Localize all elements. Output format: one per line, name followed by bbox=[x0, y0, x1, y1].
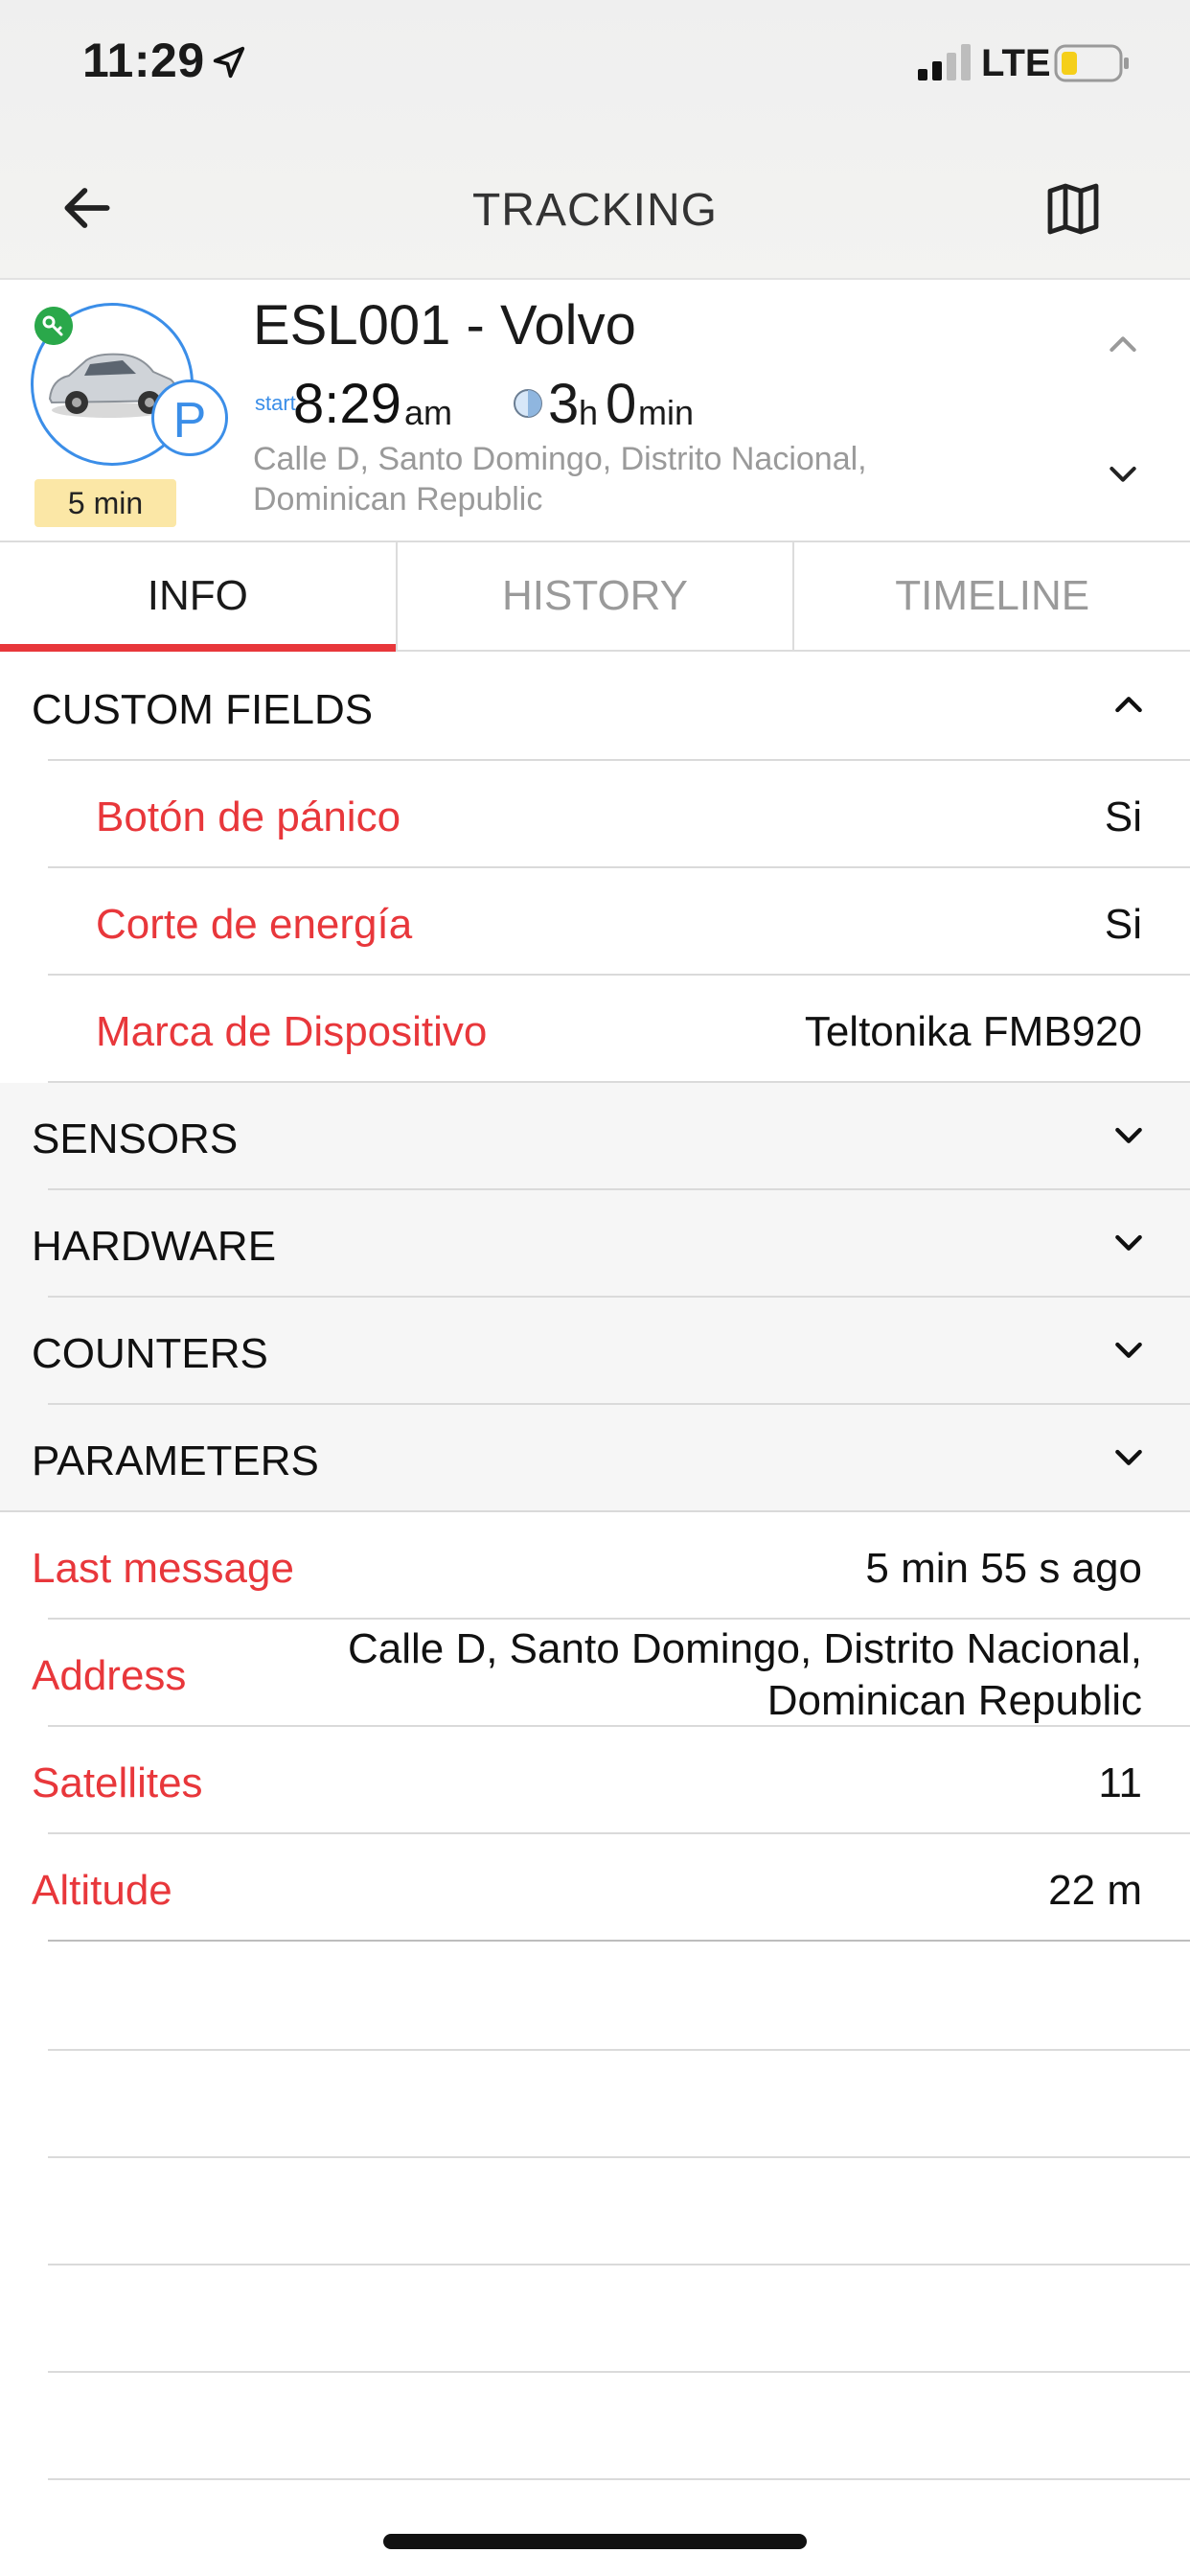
chevron-down-icon bbox=[1115, 1234, 1142, 1251]
chevron-up-icon[interactable] bbox=[1104, 326, 1142, 364]
info-value: 22 m bbox=[1048, 1867, 1142, 1914]
section-title: PARAMETERS bbox=[32, 1438, 319, 1484]
section-title: CUSTOM FIELDS bbox=[32, 686, 374, 733]
custom-field-label: Corte de energía bbox=[96, 901, 413, 948]
tab-info[interactable]: INFO bbox=[0, 542, 398, 652]
signal-icon bbox=[918, 44, 971, 80]
location-arrow-icon bbox=[213, 46, 245, 79]
empty-row-divider bbox=[48, 2264, 1190, 2266]
duration-minutes: 0 bbox=[606, 373, 637, 435]
object-address: Calle D, Santo Domingo, Distrito Naciona… bbox=[253, 441, 867, 518]
section-counters[interactable]: COUNTERS bbox=[0, 1298, 1190, 1405]
info-label: Satellites bbox=[32, 1760, 203, 1806]
section-parameters[interactable]: PARAMETERS bbox=[0, 1405, 1190, 1512]
chevron-down-icon[interactable] bbox=[1104, 454, 1142, 493]
tab-bar: INFO HISTORY TIMELINE bbox=[0, 540, 1190, 652]
info-row-satellites: Satellites 11 bbox=[0, 1727, 1190, 1834]
section-title: COUNTERS bbox=[32, 1330, 268, 1377]
info-value: 5 min 55 s ago bbox=[865, 1545, 1142, 1592]
home-indicator[interactable] bbox=[383, 2534, 807, 2549]
start-time: 8:29 bbox=[293, 373, 401, 435]
info-row-last-message: Last message 5 min 55 s ago bbox=[0, 1512, 1190, 1620]
duration-icon bbox=[514, 389, 542, 418]
network-type: LTE bbox=[981, 42, 1051, 84]
info-label: Altitude bbox=[32, 1867, 172, 1914]
empty-row-divider bbox=[48, 2049, 1190, 2051]
custom-field-row: Marca de Dispositivo Teltonika FMB920 bbox=[0, 976, 1190, 1083]
chevron-down-icon bbox=[1115, 1342, 1142, 1358]
map-icon[interactable] bbox=[1042, 178, 1104, 240]
battery-icon bbox=[1054, 44, 1129, 82]
custom-field-value: Teltonika FMB920 bbox=[804, 1008, 1142, 1055]
custom-field-label: Marca de Dispositivo bbox=[96, 1008, 488, 1055]
page-title: TRACKING bbox=[471, 185, 718, 236]
info-row-address: Address Calle D, Santo Domingo, Distrito… bbox=[0, 1620, 1190, 1727]
chevron-down-icon bbox=[1115, 1127, 1142, 1143]
info-label: Last message bbox=[32, 1545, 294, 1592]
key-icon bbox=[34, 307, 73, 345]
duration-minutes-unit: min bbox=[638, 393, 695, 432]
chevron-down-icon bbox=[1115, 1449, 1142, 1465]
info-value: Calle D, Santo Domingo, Distrito Naciona… bbox=[280, 1623, 1142, 1727]
section-sensors[interactable]: SENSORS bbox=[0, 1083, 1190, 1190]
duration-hours: 3 bbox=[548, 373, 580, 435]
duration-hours-unit: h bbox=[579, 393, 599, 432]
address-line-2: Dominican Republic bbox=[767, 1677, 1142, 1724]
info-label: Address bbox=[32, 1652, 187, 1699]
section-title: SENSORS bbox=[32, 1116, 239, 1162]
empty-row-divider bbox=[48, 2156, 1190, 2158]
top-bar: 11:29 LTE TRACKING bbox=[0, 0, 1190, 280]
info-row-altitude: Altitude 22 m bbox=[0, 1834, 1190, 1942]
tab-timeline[interactable]: TIMELINE bbox=[794, 542, 1190, 650]
tab-history[interactable]: HISTORY bbox=[398, 542, 795, 650]
section-custom-fields[interactable]: CUSTOM FIELDS bbox=[0, 654, 1190, 761]
chevron-up-icon bbox=[1115, 697, 1142, 713]
info-value: 11 bbox=[1098, 1760, 1142, 1806]
object-name: ESL001 - Volvo bbox=[253, 294, 636, 356]
status-time: 11:29 bbox=[82, 34, 205, 87]
custom-field-value: Si bbox=[1104, 901, 1142, 948]
start-time-unit: am bbox=[404, 393, 453, 432]
empty-row-divider bbox=[48, 2478, 1190, 2480]
object-header[interactable]: P 5 min ESL001 - Volvo start 8:29 am 3 h… bbox=[0, 280, 1190, 540]
section-hardware[interactable]: HARDWARE bbox=[0, 1190, 1190, 1298]
parking-icon: P bbox=[151, 380, 228, 456]
custom-field-row: Botón de pánico Si bbox=[0, 761, 1190, 868]
custom-field-row: Corte de energía Si bbox=[0, 868, 1190, 976]
custom-field-label: Botón de pánico bbox=[96, 794, 401, 840]
section-title: HARDWARE bbox=[32, 1223, 277, 1270]
time-badge: 5 min bbox=[34, 479, 176, 527]
address-line-1: Calle D, Santo Domingo, Distrito Naciona… bbox=[347, 1625, 1142, 1672]
custom-field-value: Si bbox=[1104, 794, 1142, 840]
start-label: start bbox=[255, 391, 296, 415]
divider bbox=[48, 1940, 1190, 1942]
empty-row-divider bbox=[48, 2371, 1190, 2373]
